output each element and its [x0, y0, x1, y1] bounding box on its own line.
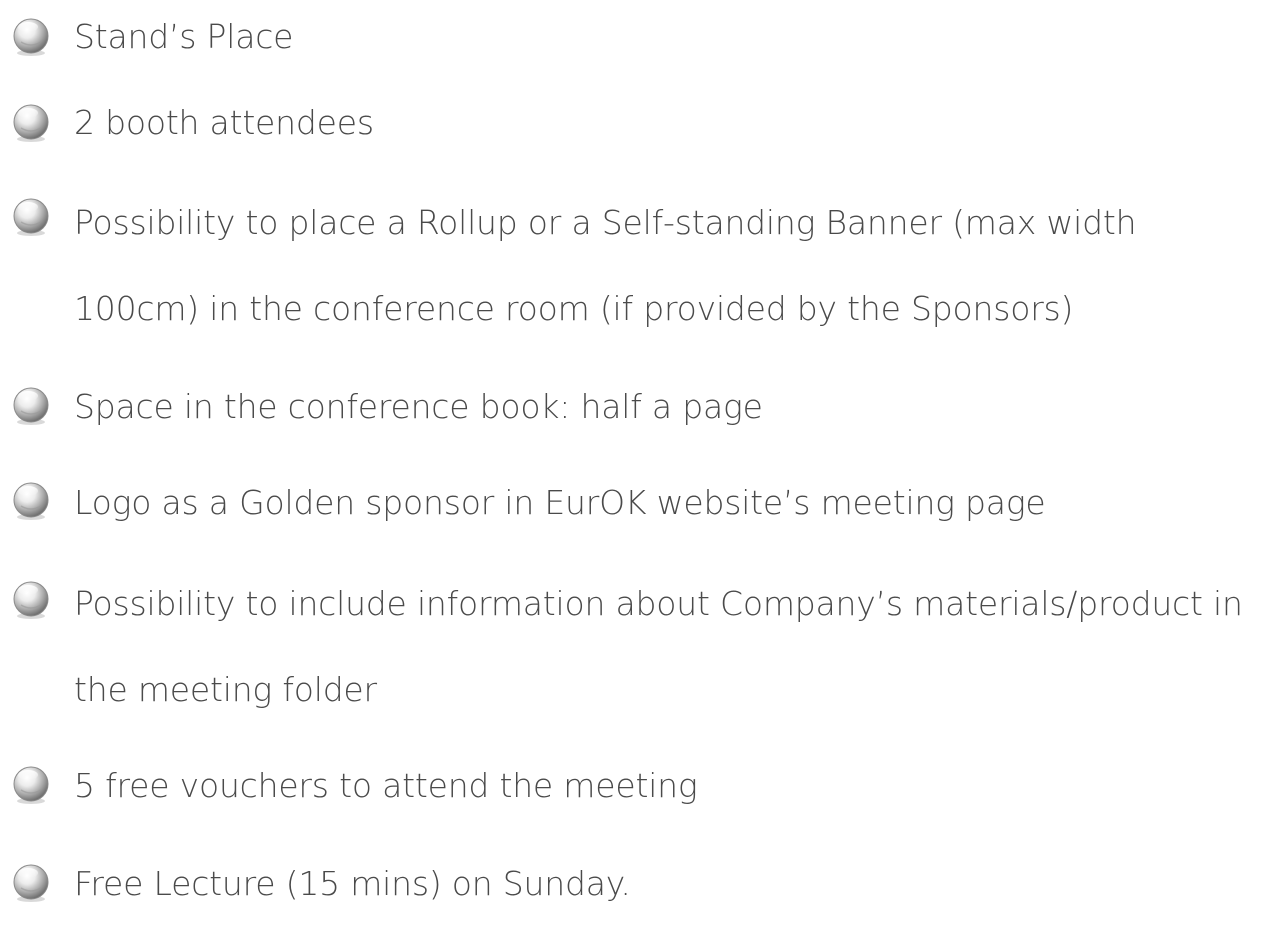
pearl-bullet-icon [9, 101, 53, 145]
list-item-text: Possibility to place a Rollup or a Self-… [74, 203, 1137, 328]
pearl-bullet-icon [9, 763, 53, 807]
pearl-bullet-icon [9, 195, 53, 239]
list-item-text: Space in the conference book: half a pag… [74, 387, 763, 426]
pearl-bullet-icon [9, 861, 53, 905]
pearl-bullet-icon [9, 15, 53, 59]
list-item-text: 5 free vouchers to attend the meeting [74, 766, 698, 805]
list-item-text: Logo as a Golden sponsor in EurOK websit… [74, 483, 1046, 522]
list-item-text: Free Lecture (15 mins) on Sunday. [74, 864, 631, 903]
list-item-text: Possibility to include information about… [74, 584, 1243, 709]
list-item-text: 2 booth attendees [74, 103, 374, 142]
pearl-bullet-icon [9, 578, 53, 622]
pearl-bullet-icon [9, 384, 53, 428]
list-item-text: Stand’s Place [74, 17, 294, 56]
pearl-bullet-icon [9, 479, 53, 523]
